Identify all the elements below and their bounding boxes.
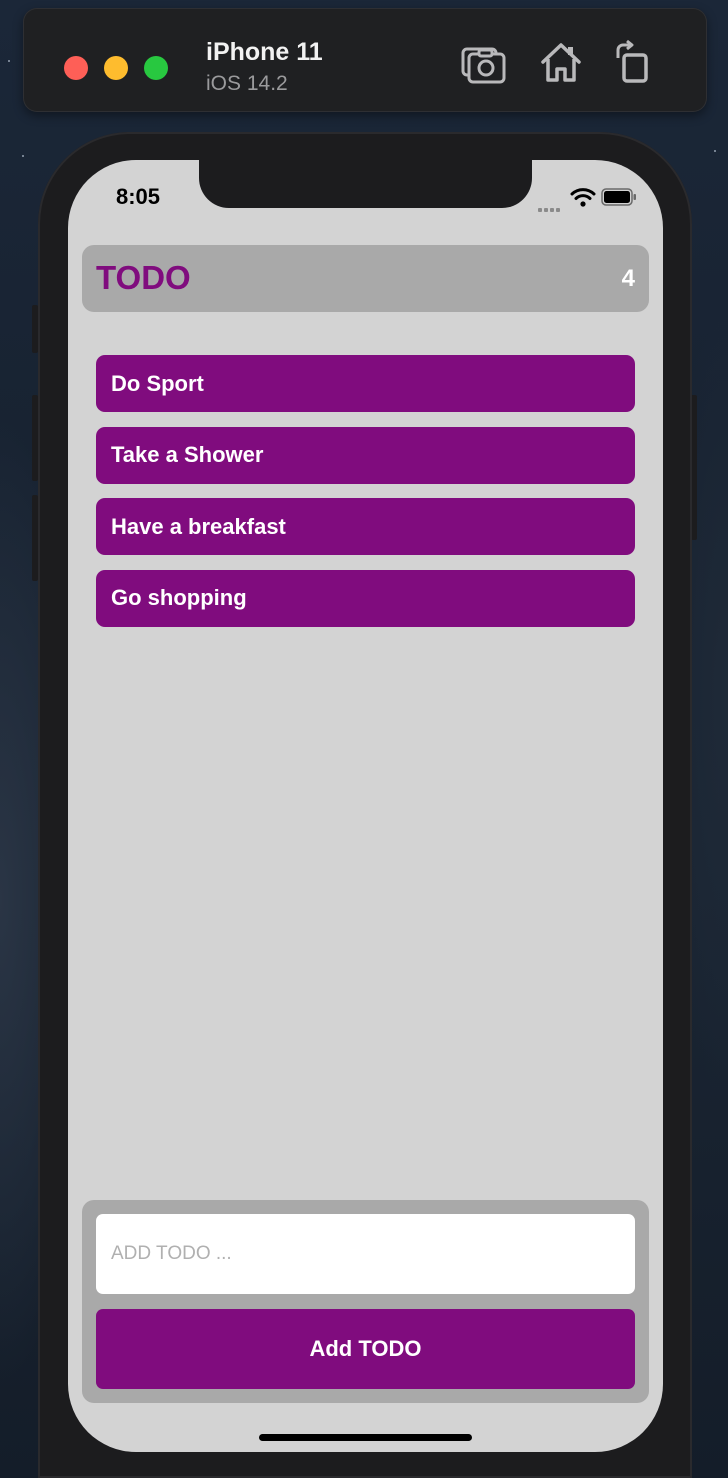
phone-screen: 8:05 TODO 4 Do Sport Take a Shower Have … [68,160,663,1452]
add-todo-panel: Add TODO [82,1200,649,1403]
close-window-button[interactable] [64,56,88,80]
todo-item[interactable]: Go shopping [96,569,635,627]
add-todo-button[interactable]: Add TODO [96,1309,635,1389]
home-indicator [259,1434,472,1441]
simulator-title-bar: iPhone 11 iOS 14.2 [23,8,707,112]
home-icon[interactable] [537,38,585,86]
todo-item[interactable]: Have a breakfast [96,498,635,555]
todo-item[interactable]: Do Sport [96,355,635,412]
minimize-window-button[interactable] [104,56,128,80]
todo-list: Do Sport Take a Shower Have a breakfast … [96,355,635,641]
zoom-window-button[interactable] [144,56,168,80]
todo-header: TODO 4 [82,245,649,312]
page-title: TODO [96,259,191,296]
add-todo-input[interactable] [96,1214,635,1294]
todo-item[interactable]: Take a Shower [96,426,635,484]
os-version: iOS 14.2 [206,72,288,95]
cellular-signal-icon [538,199,562,217]
battery-icon [601,188,636,206]
device-name: iPhone 11 [206,38,323,66]
status-indicators [538,186,648,212]
notch [199,160,532,208]
screenshot-icon[interactable] [459,38,507,86]
todo-count-badge: 4 [621,265,635,292]
wifi-icon [570,188,596,207]
status-time: 8:05 [116,184,161,209]
rotate-icon[interactable] [610,38,658,86]
